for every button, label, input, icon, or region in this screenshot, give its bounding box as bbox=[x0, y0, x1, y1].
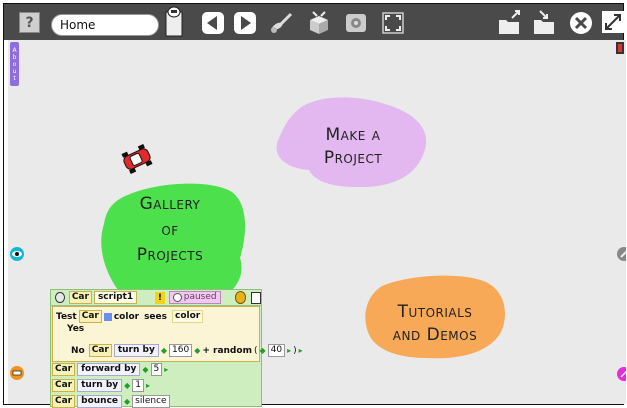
gear-icon[interactable] bbox=[234, 291, 247, 304]
main-toolbar: ? Home bbox=[4, 4, 624, 40]
command-row-turn[interactable]: Car turn by ◆ 1 ▸ bbox=[52, 379, 150, 392]
arrow-icon[interactable]: ▸ bbox=[287, 346, 291, 355]
navigator-flap-icon[interactable] bbox=[617, 367, 626, 381]
command-object-tile[interactable]: Car bbox=[52, 363, 76, 376]
no-plus-random[interactable]: + random bbox=[202, 346, 252, 356]
sound-icon[interactable] bbox=[344, 11, 368, 35]
clock-icon bbox=[172, 293, 182, 302]
command-value[interactable]: 5 bbox=[150, 363, 163, 376]
yes-row: Yes bbox=[67, 324, 84, 334]
tutorials-label: Tutorials and Demos bbox=[368, 301, 502, 347]
project-name-field[interactable]: Home bbox=[51, 14, 159, 36]
status-paused-toggle[interactable]: paused bbox=[168, 291, 221, 304]
test-sees-word: sees bbox=[144, 311, 167, 322]
gallery-label: Gallery of Projects bbox=[106, 192, 234, 269]
no-command-tile[interactable]: turn by bbox=[113, 344, 159, 357]
command-name[interactable]: turn by bbox=[77, 379, 123, 392]
gallery-line2: of bbox=[161, 219, 179, 240]
command-row-bounce[interactable]: Car bounce ◆ silence bbox=[52, 395, 170, 408]
paint-icon[interactable] bbox=[268, 11, 294, 35]
paren-open: ( bbox=[253, 345, 258, 356]
supplies-icon[interactable] bbox=[306, 10, 332, 36]
no-value[interactable]: 160 bbox=[169, 344, 193, 357]
back-icon[interactable] bbox=[202, 12, 224, 34]
arrow-icon[interactable]: ◆ bbox=[124, 381, 130, 390]
make-project-line2: Project bbox=[323, 147, 383, 168]
save-icon[interactable] bbox=[532, 10, 558, 36]
close-icon[interactable] bbox=[569, 11, 593, 35]
command-value[interactable]: 1 bbox=[132, 379, 145, 392]
command-object-tile[interactable]: Car bbox=[52, 395, 76, 408]
no-label: No bbox=[71, 345, 85, 356]
script-object-tile[interactable]: Car bbox=[68, 291, 92, 304]
paren-close: ) bbox=[293, 345, 297, 356]
car-sprite[interactable] bbox=[119, 144, 155, 174]
color-swatch[interactable] bbox=[103, 312, 112, 321]
test-color-word: color bbox=[113, 311, 140, 322]
circle-handle-icon[interactable] bbox=[55, 292, 65, 303]
command-name[interactable]: forward by bbox=[77, 363, 141, 376]
arrow-icon[interactable]: ▸ bbox=[164, 365, 168, 374]
menu-icon[interactable] bbox=[251, 291, 262, 304]
expand-icon[interactable] bbox=[602, 11, 624, 33]
gallery-line3: Projects bbox=[136, 245, 204, 265]
arrow-icon[interactable]: ◆ bbox=[142, 365, 148, 374]
make-project-line1: Make a bbox=[325, 125, 381, 145]
supplies-flap-icon[interactable] bbox=[10, 366, 24, 380]
etoys-window: ? Home A b o u t Make a Project Gallery … bbox=[0, 0, 627, 408]
forward-icon[interactable] bbox=[234, 12, 256, 34]
open-icon[interactable] bbox=[497, 10, 523, 36]
script-editor[interactable]: Car script1 ! paused Test Car color sees… bbox=[50, 289, 303, 408]
no-random-value[interactable]: 40 bbox=[267, 344, 286, 357]
arrow-icon[interactable]: ◆ bbox=[161, 346, 167, 355]
yes-label: Yes bbox=[67, 324, 85, 334]
command-object-tile[interactable]: Car bbox=[52, 379, 76, 392]
about-letter: o bbox=[12, 60, 17, 68]
script-name-field[interactable]: script1 bbox=[93, 291, 138, 304]
about-letter: b bbox=[12, 53, 17, 61]
script-header: Car script1 ! paused bbox=[51, 290, 262, 306]
test-row: Test Car color sees color bbox=[56, 310, 204, 323]
help-button[interactable]: ? bbox=[19, 12, 40, 33]
no-row: No Car turn by ◆ 160 ◆ + random ( ◆ 40 ▸… bbox=[71, 344, 303, 357]
arrow-icon[interactable]: ◆ bbox=[194, 346, 200, 355]
arrow-icon[interactable]: ▸ bbox=[146, 381, 150, 390]
arrow-icon[interactable]: ◆ bbox=[124, 397, 130, 406]
eye-flap-icon[interactable] bbox=[10, 247, 24, 261]
fullscreen-icon[interactable] bbox=[382, 12, 404, 34]
arrow-icon[interactable]: ◆ bbox=[259, 346, 265, 355]
command-row-forward[interactable]: Car forward by ◆ 5 ▸ bbox=[52, 363, 168, 376]
about-letter: u bbox=[12, 67, 17, 75]
command-value[interactable]: silence bbox=[132, 395, 170, 408]
no-object-tile[interactable]: Car bbox=[88, 344, 112, 357]
gallery-line1: Gallery bbox=[139, 194, 201, 214]
about-flap-tab[interactable]: A b o u t bbox=[10, 42, 19, 86]
about-letter: A bbox=[12, 46, 17, 54]
tutorials-line1: Tutorials bbox=[397, 302, 473, 322]
test-color-tile[interactable]: color bbox=[172, 310, 204, 323]
alert-icon[interactable]: ! bbox=[155, 291, 165, 304]
test-label: Test bbox=[56, 311, 77, 322]
test-object-tile[interactable]: Car bbox=[78, 310, 102, 323]
trash-flap-icon[interactable] bbox=[616, 42, 624, 54]
command-name[interactable]: bounce bbox=[77, 395, 123, 408]
tools-flap-icon[interactable] bbox=[617, 247, 626, 261]
document-icon[interactable] bbox=[164, 6, 184, 38]
about-letter: t bbox=[13, 74, 16, 82]
status-label: paused bbox=[183, 292, 217, 302]
make-project-label: Make a Project bbox=[294, 124, 412, 170]
arrow-icon[interactable]: ▸ bbox=[299, 346, 303, 355]
test-block[interactable]: Test Car color sees color Yes No Car tur… bbox=[52, 306, 303, 362]
tutorials-line2: and Demos bbox=[392, 324, 478, 345]
